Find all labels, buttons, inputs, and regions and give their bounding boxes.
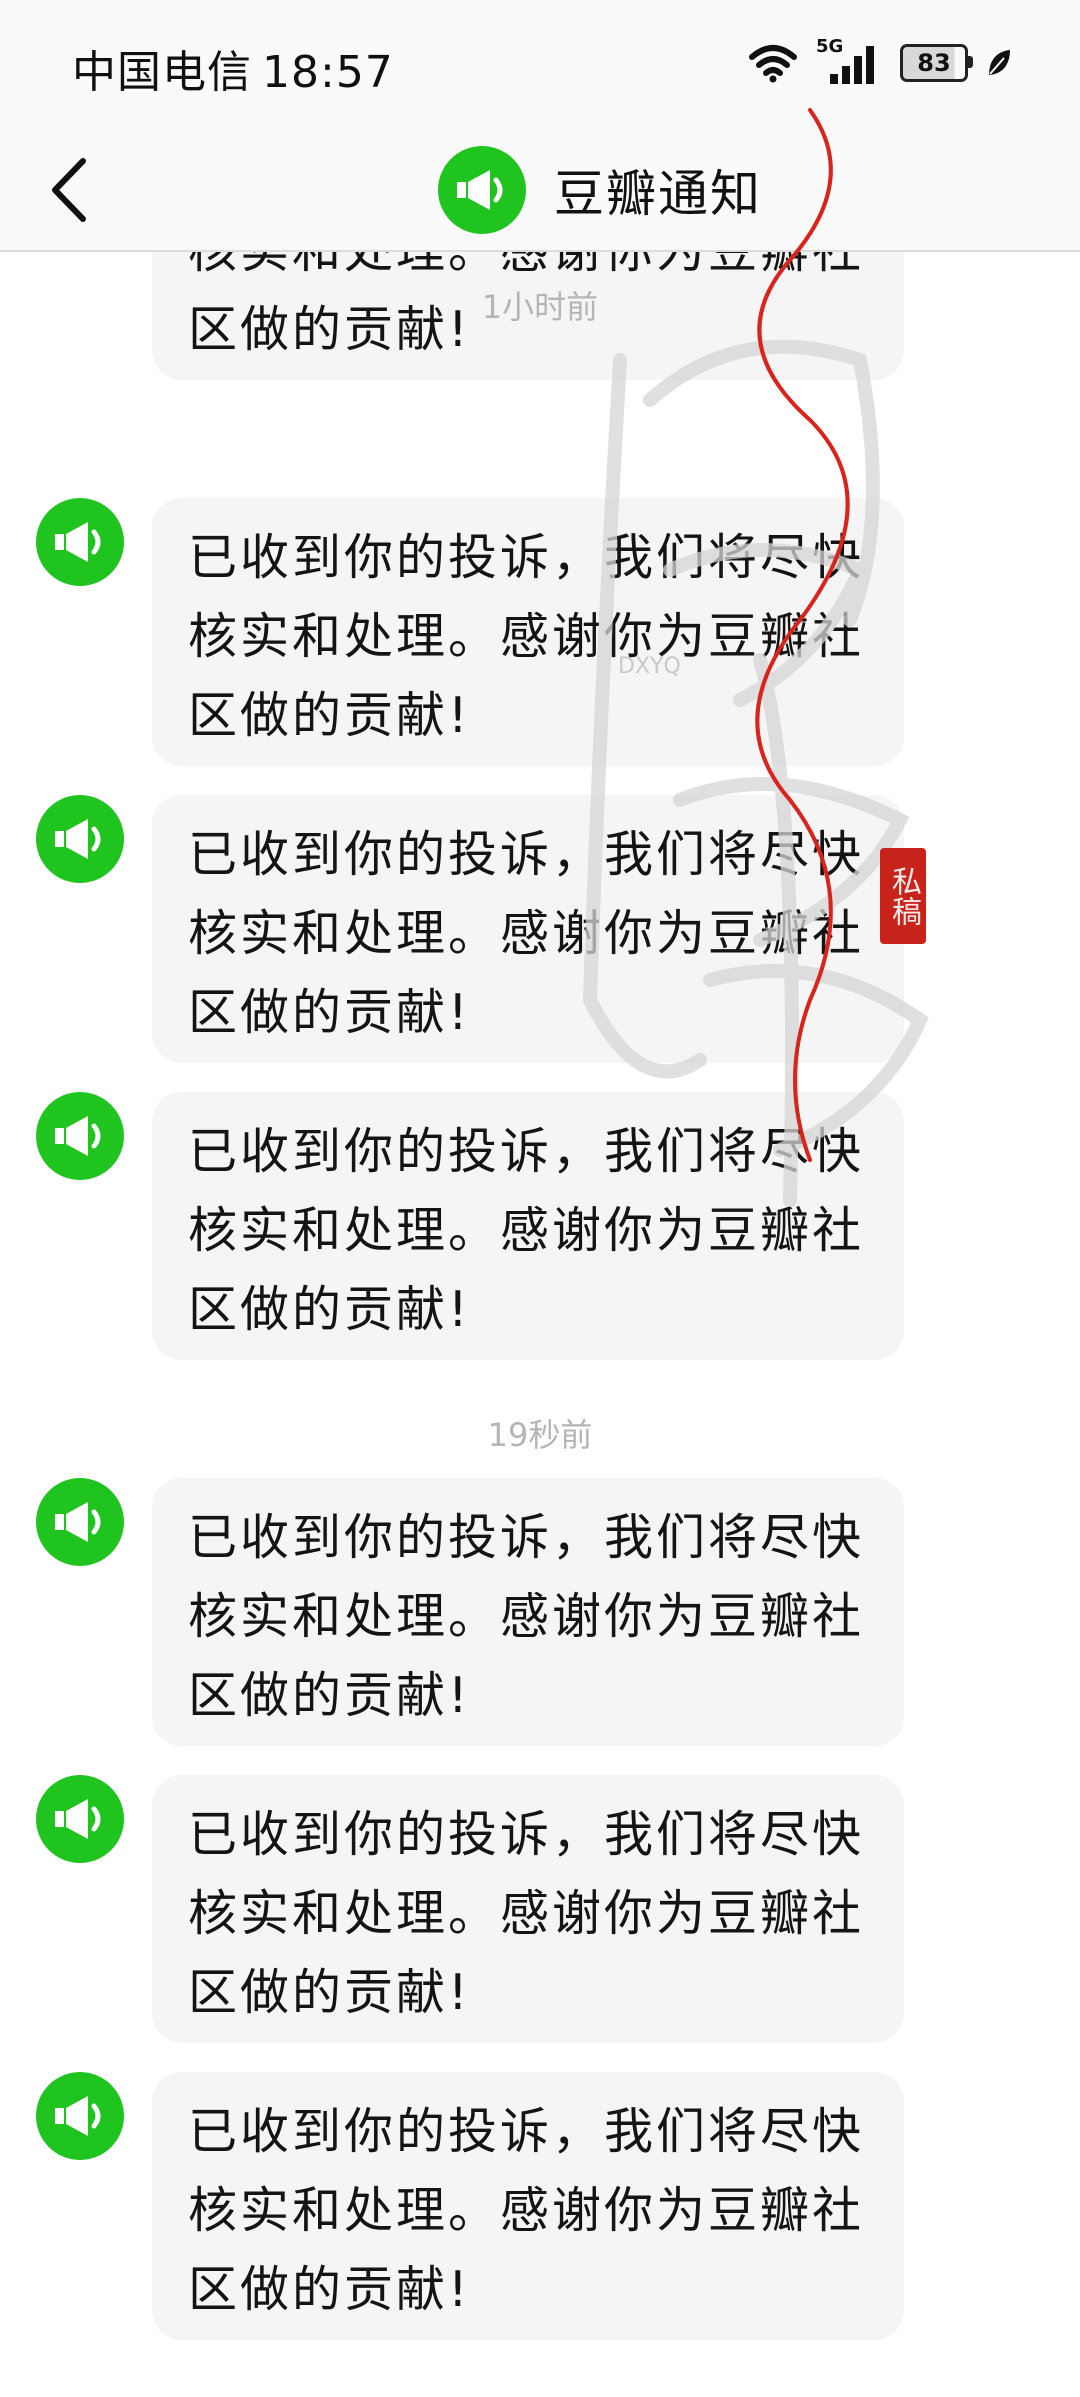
message-line: 区做的贡献!: [188, 687, 471, 744]
clock: 18:57: [262, 47, 394, 98]
message-bubble[interactable]: 已收到你的投诉，我们将尽快 核实和处理。感谢你为豆瓣社 区做的贡献!: [152, 2072, 904, 2340]
message-line: 区做的贡献!: [188, 1281, 471, 1338]
megaphone-icon[interactable]: [36, 2072, 124, 2160]
message-line: 区做的贡献!: [188, 2261, 471, 2318]
conversation-title: 豆瓣通知: [438, 140, 762, 240]
carrier-name: 中国电信: [72, 47, 252, 98]
megaphone-icon[interactable]: [36, 795, 124, 883]
message-line: 核实和处理。感谢你为豆瓣社: [188, 905, 865, 962]
timestamp-label: 1小时前: [481, 288, 599, 326]
navigation-bar: 豆瓣通知: [0, 130, 1080, 252]
page-title: 豆瓣通知: [554, 165, 762, 223]
message-line: 已收到你的投诉，我们将尽快: [188, 826, 865, 883]
back-button[interactable]: [30, 150, 110, 230]
message-bubble[interactable]: 已收到你的投诉，我们将尽快 核实和处理。感谢你为豆瓣社 区做的贡献!: [152, 795, 904, 1063]
status-icons: 5G 83: [748, 36, 1012, 86]
message-line: 已收到你的投诉，我们将尽快: [188, 529, 865, 586]
message-bubble[interactable]: 已收到你的投诉，我们将尽快 核实和处理。感谢你为豆瓣社 区做的贡献!: [152, 1478, 904, 1746]
message-line: 已收到你的投诉，我们将尽快: [188, 1509, 865, 1566]
seal-stamp: 私稿: [880, 848, 926, 944]
leaf-icon: [986, 48, 1012, 78]
message-line: 核实和处理。感谢你为豆瓣社: [188, 2182, 865, 2239]
status-bar: 中国电信 18:57 5G 83: [0, 0, 1080, 130]
message-bubble[interactable]: 已收到你的投诉，我们将尽快 核实和处理。感谢你为豆瓣社 区做的贡献!: [152, 1775, 904, 2043]
message-line: 区做的贡献!: [188, 984, 471, 1041]
megaphone-icon[interactable]: [36, 1478, 124, 1566]
message-line: 核实和处理。感谢你为豆瓣社: [188, 608, 865, 665]
chevron-left-icon: [52, 158, 86, 222]
battery-level: 83: [917, 49, 951, 77]
message-list[interactable]: 核实和处理。感谢你为豆瓣社 区做的贡献! 1小时前 已收到你的投诉，我们将尽快 …: [0, 252, 1080, 2397]
message-line: 已收到你的投诉，我们将尽快: [188, 2103, 865, 2160]
network-type: 5G: [816, 36, 844, 57]
message-line: 核实和处理。感谢你为豆瓣社: [188, 1588, 865, 1645]
wifi-icon: [748, 43, 798, 83]
message-line: 已收到你的投诉，我们将尽快: [188, 1123, 865, 1180]
megaphone-icon[interactable]: [36, 1775, 124, 1863]
timestamp-label: 19秒前: [487, 1416, 593, 1454]
message-bubble[interactable]: 已收到你的投诉，我们将尽快 核实和处理。感谢你为豆瓣社 区做的贡献!: [152, 1092, 904, 1360]
message-line: 已收到你的投诉，我们将尽快: [188, 1806, 865, 1863]
seal-text: 私稿: [886, 866, 921, 926]
message-line: 区做的贡献!: [188, 1964, 471, 2021]
message-line: 核实和处理。感谢你为豆瓣社: [188, 1202, 865, 1259]
megaphone-icon: [438, 146, 526, 234]
status-left: 中国电信 18:57: [72, 36, 404, 100]
battery-icon: 83: [900, 44, 973, 82]
cellular-signal-icon: 5G: [816, 36, 882, 86]
megaphone-icon[interactable]: [36, 498, 124, 586]
message-bubble[interactable]: 已收到你的投诉，我们将尽快 核实和处理。感谢你为豆瓣社 区做的贡献!: [152, 498, 904, 766]
watermark-letters: DXYQ: [618, 650, 681, 684]
megaphone-icon[interactable]: [36, 1092, 124, 1180]
message-line: 核实和处理。感谢你为豆瓣社: [188, 1885, 865, 1942]
message-line: 区做的贡献!: [188, 1667, 471, 1724]
